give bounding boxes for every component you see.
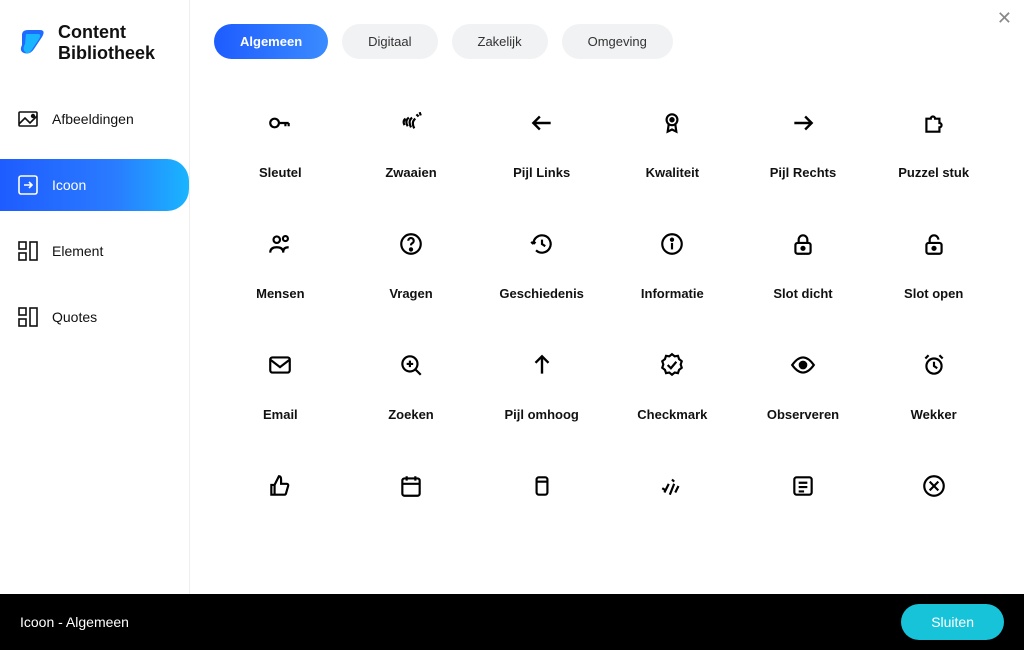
icon-item-pijl-rechts[interactable]: Pijl Rechts <box>743 109 864 180</box>
sidebar-item-element[interactable]: Element <box>0 225 189 277</box>
modal-footer: Icoon - Algemeen Sluiten <box>0 594 1024 650</box>
icon-item-partial-6[interactable] <box>873 472 994 528</box>
arrow-box-icon <box>16 173 40 197</box>
icon-item-label: Puzzel stuk <box>898 165 969 180</box>
icon-scroll-area[interactable]: Sleutel Zwaaien Pijl Links Kwaliteit <box>190 69 1024 594</box>
footer-status: Icoon - Algemeen <box>20 614 129 630</box>
icon-item-label: Sleutel <box>259 165 302 180</box>
lock-open-icon <box>920 230 948 258</box>
icon-item-observeren[interactable]: Observeren <box>743 351 864 422</box>
icon-item-partial-2[interactable] <box>351 472 472 528</box>
eye-icon <box>789 351 817 379</box>
checkmark-icon <box>658 351 686 379</box>
wave-icon <box>397 109 425 137</box>
brand: Content Bibliotheek <box>0 0 189 87</box>
lock-closed-icon <box>789 230 817 258</box>
icon-item-label: Informatie <box>641 286 704 301</box>
key-icon <box>266 109 294 137</box>
icon-item-mensen[interactable]: Mensen <box>220 230 341 301</box>
icon-item-zoeken[interactable]: Zoeken <box>351 351 472 422</box>
sidebar-item-label: Icoon <box>52 177 86 193</box>
sidebar-item-quotes[interactable]: Quotes <box>0 291 189 343</box>
icon-item-label: Email <box>263 407 298 422</box>
cup-icon <box>528 472 556 500</box>
puzzle-icon <box>920 109 948 137</box>
tab-zakelijk[interactable]: Zakelijk <box>452 24 548 59</box>
image-icon <box>16 107 40 131</box>
icon-item-label: Zwaaien <box>385 165 436 180</box>
main-panel: Algemeen Digitaal Zakelijk Omgeving Sleu… <box>190 0 1024 594</box>
icon-item-label: Slot open <box>904 286 963 301</box>
arrow-right-icon <box>789 109 817 137</box>
icon-item-email[interactable]: Email <box>220 351 341 422</box>
icon-item-puzzel-stuk[interactable]: Puzzel stuk <box>873 109 994 180</box>
icon-item-slot-open[interactable]: Slot open <box>873 230 994 301</box>
icon-item-pijl-omhoog[interactable]: Pijl omhoog <box>481 351 602 422</box>
content-library-modal: ✕ Content Bibliotheek Afbeeldingen <box>0 0 1024 650</box>
sidebar: Content Bibliotheek Afbeeldingen Icoon <box>0 0 190 594</box>
tab-omgeving[interactable]: Omgeving <box>562 24 673 59</box>
icon-item-label: Observeren <box>767 407 839 422</box>
icon-grid: Sleutel Zwaaien Pijl Links Kwaliteit <box>220 109 994 528</box>
list-icon <box>789 472 817 500</box>
close-icon[interactable]: ✕ <box>997 8 1012 29</box>
icon-item-label: Slot dicht <box>773 286 832 301</box>
icon-item-label: Pijl omhoog <box>504 407 578 422</box>
modal-body: Content Bibliotheek Afbeeldingen Icoon <box>0 0 1024 594</box>
info-icon <box>658 230 686 258</box>
brand-title: Content Bibliotheek <box>58 22 155 63</box>
icon-item-label: Checkmark <box>637 407 707 422</box>
category-tabs: Algemeen Digitaal Zakelijk Omgeving <box>190 0 1024 69</box>
icon-item-partial-4[interactable] <box>612 472 733 528</box>
cancel-icon <box>920 472 948 500</box>
icon-item-sleutel[interactable]: Sleutel <box>220 109 341 180</box>
icon-item-label: Pijl Links <box>513 165 570 180</box>
icon-item-kwaliteit[interactable]: Kwaliteit <box>612 109 733 180</box>
sidebar-item-label: Element <box>52 243 103 259</box>
calendar-icon <box>397 472 425 500</box>
icon-item-label: Geschiedenis <box>499 286 584 301</box>
icon-item-partial-1[interactable] <box>220 472 341 528</box>
tab-algemeen[interactable]: Algemeen <box>214 24 328 59</box>
sparks-icon <box>658 472 686 500</box>
thumb-up-icon <box>266 472 294 500</box>
icon-item-partial-5[interactable] <box>743 472 864 528</box>
icon-item-label: Pijl Rechts <box>770 165 836 180</box>
sidebar-nav: Afbeeldingen Icoon Element <box>0 87 189 343</box>
icon-item-slot-dicht[interactable]: Slot dicht <box>743 230 864 301</box>
icon-item-label: Zoeken <box>388 407 434 422</box>
icon-item-informatie[interactable]: Informatie <box>612 230 733 301</box>
icon-item-checkmark[interactable]: Checkmark <box>612 351 733 422</box>
email-icon <box>266 351 294 379</box>
history-icon <box>528 230 556 258</box>
sidebar-item-icoon[interactable]: Icoon <box>0 159 189 211</box>
icon-item-partial-3[interactable] <box>481 472 602 528</box>
icon-item-geschiedenis[interactable]: Geschiedenis <box>481 230 602 301</box>
close-button[interactable]: Sluiten <box>901 604 1004 640</box>
icon-item-pijl-links[interactable]: Pijl Links <box>481 109 602 180</box>
arrow-up-icon <box>528 351 556 379</box>
sidebar-item-afbeeldingen[interactable]: Afbeeldingen <box>0 93 189 145</box>
question-icon <box>397 230 425 258</box>
sidebar-item-label: Afbeeldingen <box>52 111 134 127</box>
search-icon <box>397 351 425 379</box>
sidebar-item-label: Quotes <box>52 309 97 325</box>
icon-item-label: Wekker <box>911 407 957 422</box>
layout-icon <box>16 305 40 329</box>
quality-icon <box>658 109 686 137</box>
icon-item-label: Vragen <box>389 286 432 301</box>
arrow-left-icon <box>528 109 556 137</box>
icon-item-zwaaien[interactable]: Zwaaien <box>351 109 472 180</box>
alarm-icon <box>920 351 948 379</box>
brand-logo-icon <box>16 27 48 59</box>
icon-item-label: Kwaliteit <box>646 165 699 180</box>
icon-item-label: Mensen <box>256 286 304 301</box>
icon-item-vragen[interactable]: Vragen <box>351 230 472 301</box>
icon-item-wekker[interactable]: Wekker <box>873 351 994 422</box>
tab-digitaal[interactable]: Digitaal <box>342 24 437 59</box>
people-icon <box>266 230 294 258</box>
layout-icon <box>16 239 40 263</box>
